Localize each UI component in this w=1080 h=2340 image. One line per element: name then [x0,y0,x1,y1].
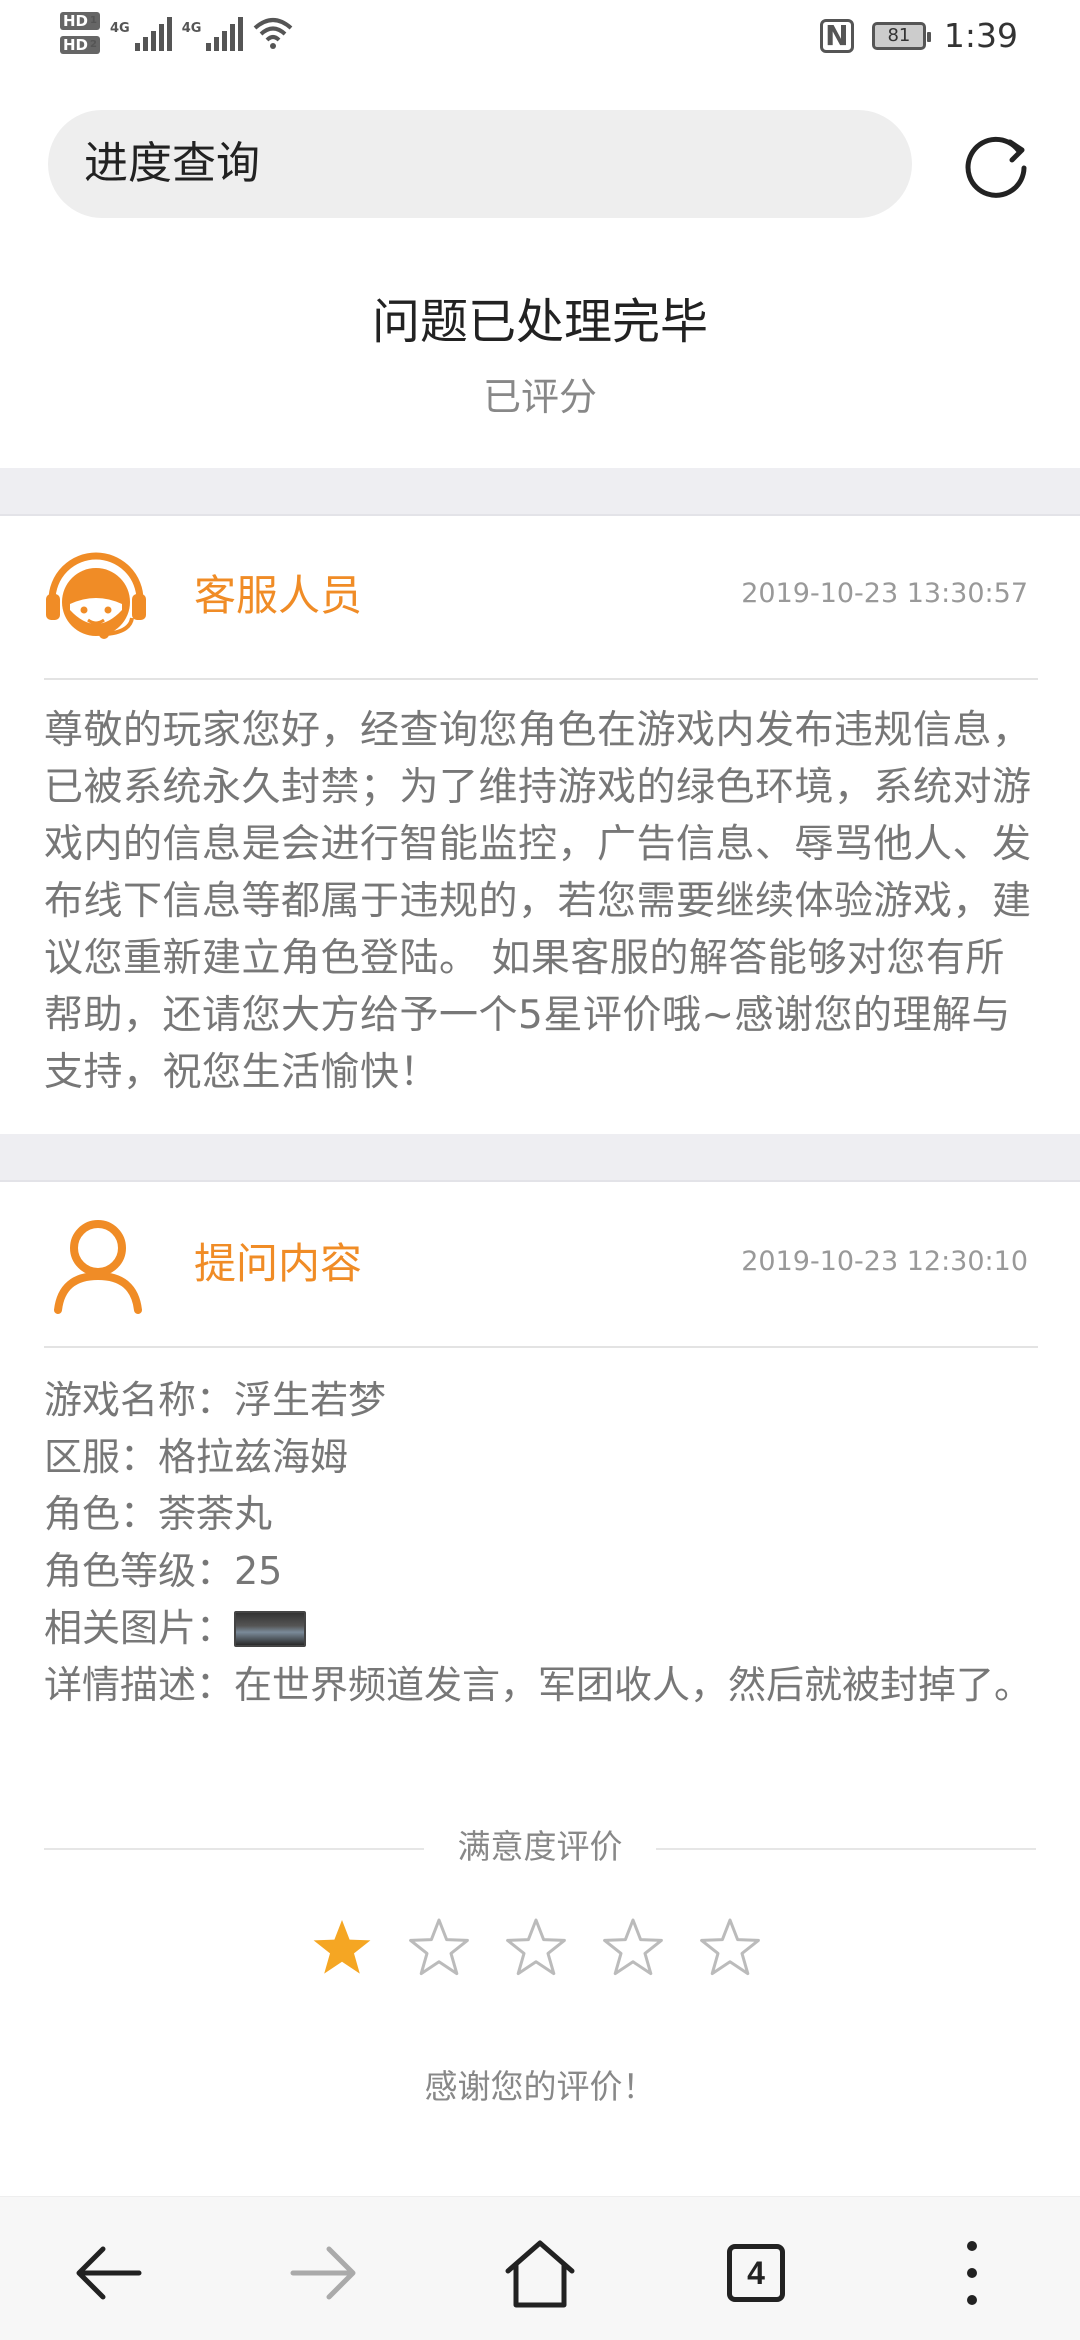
status-text: 已评分 [482,375,597,419]
rating-label: 满意度评价 [457,1827,623,1866]
nfc-icon: N [819,18,854,53]
signal1-icon: 4G [110,15,172,51]
section-divider [0,468,1080,516]
search-input[interactable]: 进度查询 [84,138,260,190]
reply-message: 尊敬的玩家您好，经查询您角色在游戏内发布违规信息，已被系统永久封禁；为了维持游戏… [44,708,1032,1095]
customer-service-icon [46,552,146,639]
clock: 1:39 [943,16,1018,55]
star-rating[interactable] [310,1916,780,1988]
status-bar: HD 1 HD 2 4G 4G N 81 1:39 [0,0,1080,80]
home-icon [505,2240,575,2308]
reply-author-label: 客服人员 [194,571,363,620]
search-bar[interactable]: 进度查询 [48,110,912,218]
question-label: 提问内容 [194,1239,363,1288]
rating-thanks: 感谢您的评价！ [424,2067,656,2106]
status-left: HD 1 HD 2 4G 4G [60,12,293,54]
forward-arrow-icon [290,2246,356,2300]
hd1-badge: HD 1 [60,12,100,30]
role-level: 角色等级：25 [44,1549,283,1593]
browser-bottom-bar: 4 [0,2196,1080,2340]
hd2-badge: HD 2 [60,36,100,54]
related-image-row: 相关图片： [44,1600,1044,1657]
star-filled-icon[interactable] [310,1916,374,1980]
star-empty-icon[interactable] [698,1916,762,1980]
page-title: 问题已处理完毕 [371,294,708,350]
home-button[interactable] [500,2233,580,2313]
description: 详情描述：在世界频道发言，军团收人，然后就被封掉了。 [44,1663,1033,1707]
role-name: 角色：荼荼丸 [44,1492,273,1536]
menu-button[interactable] [932,2233,1012,2313]
question-timestamp: 2019-10-23 12:30:10 [741,1246,1028,1277]
back-button[interactable] [68,2233,148,2313]
game-name: 游戏名称：浮生若梦 [44,1378,387,1422]
divider [44,678,1038,680]
related-image-label: 相关图片： [44,1606,235,1650]
star-empty-icon[interactable] [407,1916,471,1980]
back-arrow-icon [76,2246,142,2300]
star-empty-icon[interactable] [601,1916,665,1980]
battery-indicator: 81 [871,21,931,50]
user-icon [54,1220,142,1314]
related-image-thumbnail[interactable] [234,1611,307,1647]
more-vertical-icon [967,2241,977,2305]
section-divider [0,1134,1080,1182]
signal2-icon: 4G [182,15,244,51]
reply-timestamp: 2019-10-23 13:30:57 [741,578,1028,609]
wifi-icon [254,18,293,49]
tabs-button[interactable]: 4 [716,2233,796,2313]
server-name: 区服：格拉兹海姆 [44,1435,349,1479]
divider [44,1346,1038,1348]
star-empty-icon[interactable] [504,1916,568,1980]
status-right: N 81 1:39 [819,16,1018,55]
forward-button[interactable] [284,2233,364,2313]
tab-count: 4 [727,2244,785,2302]
refresh-icon[interactable] [960,128,1032,200]
